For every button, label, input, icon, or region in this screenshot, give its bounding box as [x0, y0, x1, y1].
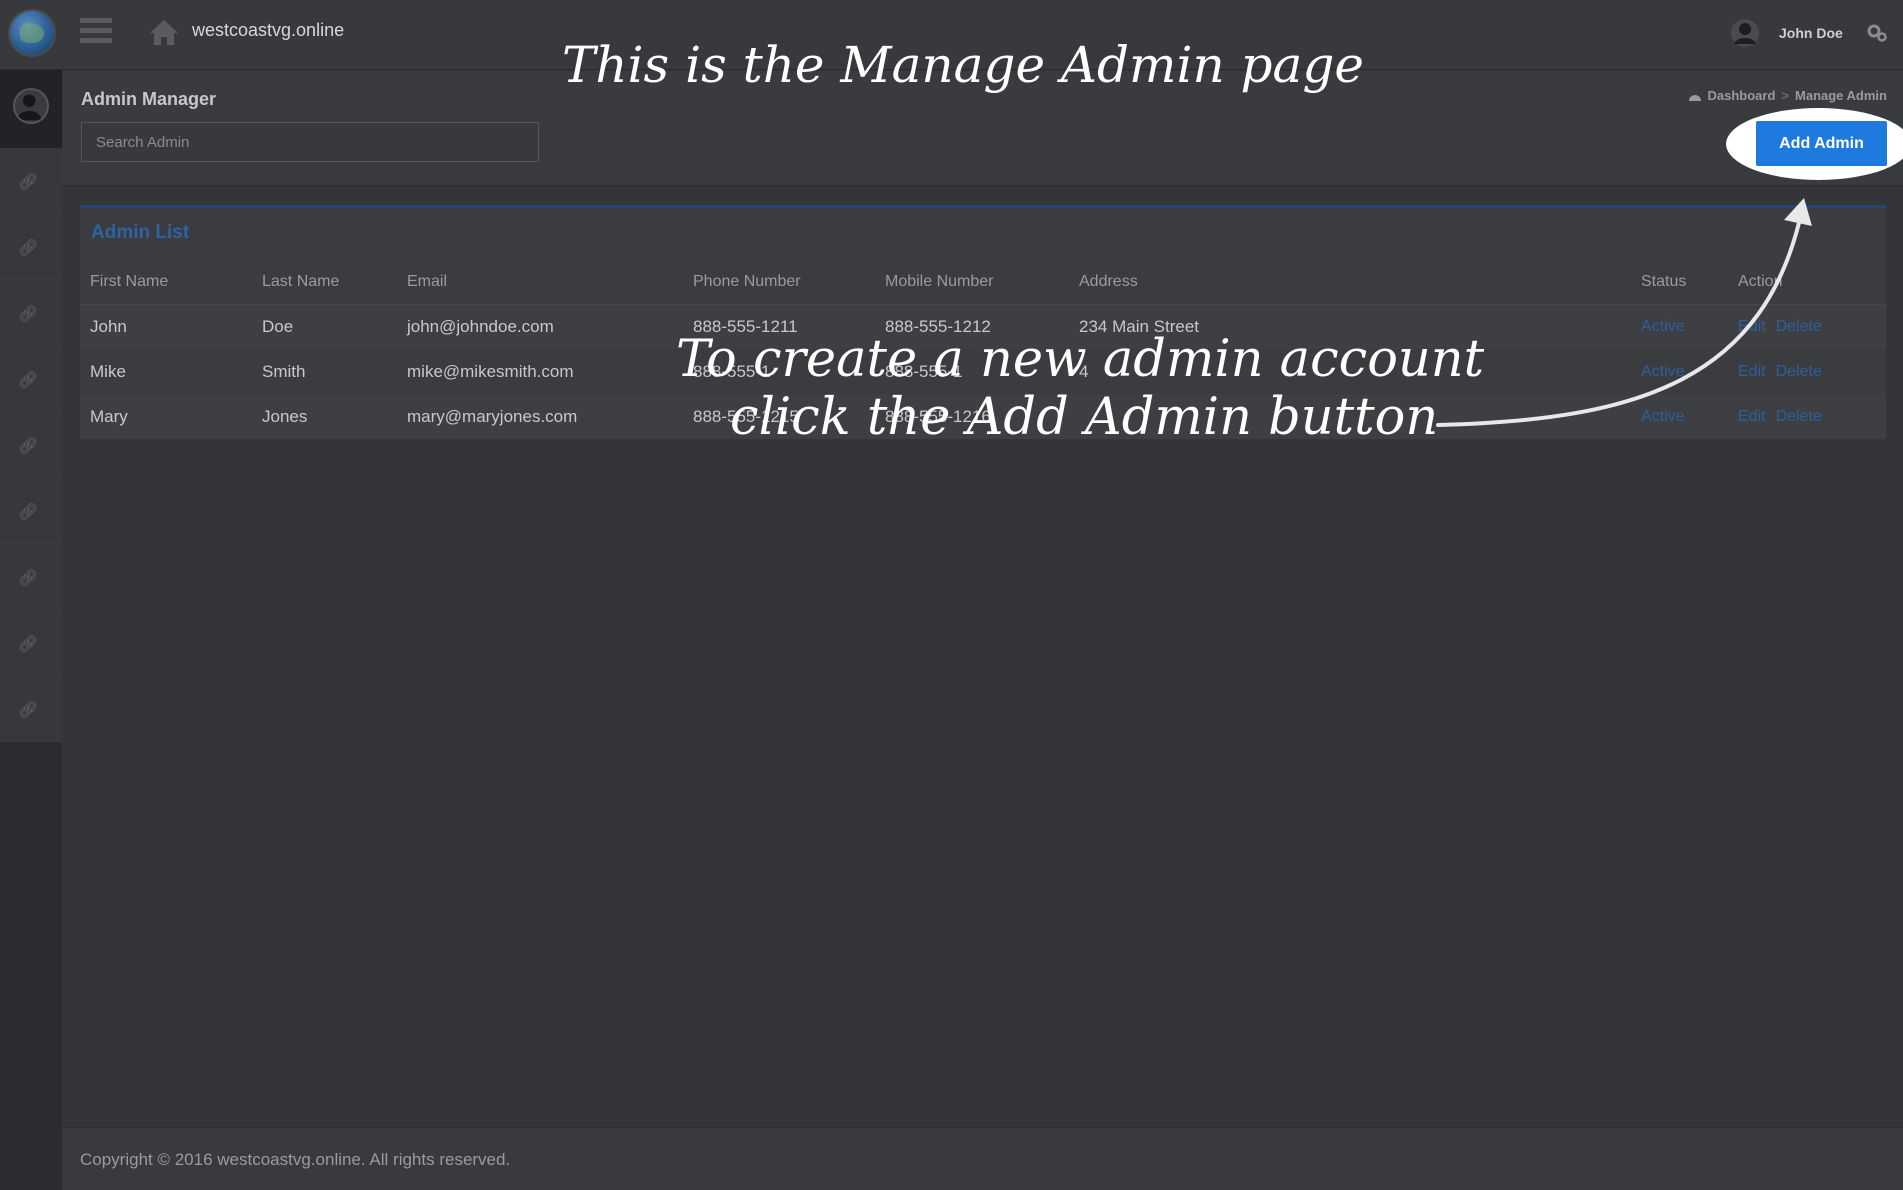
sidebar-profile — [0, 70, 62, 148]
link-icon: 🔗︎ — [18, 174, 39, 191]
sidebar-item-2[interactable]: 🔗︎ — [0, 214, 62, 280]
breadcrumb-current: Manage Admin — [1795, 88, 1887, 103]
cell-last-name: Doe — [252, 304, 397, 349]
gear-icon[interactable] — [1866, 22, 1888, 44]
cell-email: mike@mikesmith.com — [407, 361, 574, 381]
annotation-line-1: To create a new admin account — [676, 330, 1485, 389]
sidebar-item-8[interactable]: 🔗︎ — [0, 610, 62, 676]
panel-title: Admin List — [91, 222, 190, 243]
sidebar-item-9[interactable]: 🔗︎ — [0, 676, 62, 742]
link-icon: 🔗︎ — [18, 702, 39, 719]
sidebar-item-1[interactable]: 🔗︎ — [0, 148, 62, 214]
site-title[interactable]: westcoastvg.online — [192, 20, 344, 41]
dashboard-icon — [1688, 94, 1701, 101]
link-icon: 🔗︎ — [18, 438, 39, 455]
cell-email: mary@maryjones.com — [397, 394, 683, 439]
link-icon: 🔗︎ — [18, 240, 39, 257]
user-avatar-icon[interactable] — [1730, 18, 1760, 48]
link-icon: 🔗︎ — [18, 504, 39, 521]
cell-first-name: Mike — [90, 361, 126, 381]
link-icon: 🔗︎ — [18, 306, 39, 323]
col-phone[interactable]: Phone Number — [683, 260, 875, 305]
breadcrumb-dashboard[interactable]: Dashboard — [1708, 88, 1776, 103]
link-icon: 🔗︎ — [18, 636, 39, 653]
sidebar-item-5[interactable]: 🔗︎ — [0, 412, 62, 478]
page-title: Admin Manager — [81, 89, 217, 109]
annotation-line-2: click the Add Admin button — [730, 388, 1439, 447]
sidebar-item-6[interactable]: 🔗︎ — [0, 478, 62, 544]
home-icon[interactable] — [148, 18, 180, 46]
sidebar: 🔗︎ 🔗︎ 🔗︎ 🔗︎ 🔗︎ 🔗︎ 🔗︎ 🔗︎ 🔗︎ — [0, 70, 62, 1190]
link-icon: 🔗︎ — [18, 372, 39, 389]
footer: Copyright © 2016 westcoastvg.online. All… — [62, 1127, 1903, 1190]
app-root: westcoastvg.online John Doe 🔗︎ 🔗︎ 🔗︎ 🔗︎ … — [0, 0, 1903, 1190]
link-icon: 🔗︎ — [18, 570, 39, 587]
add-admin-button[interactable]: Add Admin — [1756, 121, 1887, 166]
sidebar-avatar-icon[interactable] — [13, 88, 49, 124]
cell-email: john@johndoe.com — [397, 304, 683, 349]
cell-first-name: Mary — [80, 394, 252, 439]
col-email[interactable]: Email — [397, 260, 683, 305]
cell-first-name: John — [80, 304, 252, 349]
sidebar-item-7[interactable]: 🔗︎ — [0, 544, 62, 610]
sidebar-item-4[interactable]: 🔗︎ — [0, 346, 62, 412]
search-input[interactable] — [81, 122, 539, 162]
col-last-name[interactable]: Last Name — [252, 260, 397, 305]
sidebar-item-3[interactable]: 🔗︎ — [0, 280, 62, 346]
cell-last-name: Jones — [252, 394, 397, 439]
copyright-text: Copyright © 2016 westcoastvg.online. All… — [80, 1150, 511, 1169]
hamburger-menu-icon[interactable] — [80, 18, 112, 46]
breadcrumb: Dashboard > Manage Admin — [1688, 88, 1887, 103]
user-name[interactable]: John Doe — [1779, 25, 1843, 41]
globe-logo-icon[interactable] — [8, 9, 56, 57]
annotation-title: This is the Manage Admin page — [562, 36, 1364, 94]
cell-last-name: Smith — [262, 361, 306, 381]
col-first-name[interactable]: First Name — [80, 260, 252, 305]
col-mobile[interactable]: Mobile Number — [875, 260, 1069, 305]
annotation-arrow-icon — [1436, 198, 1812, 427]
breadcrumb-separator: > — [1781, 88, 1790, 103]
